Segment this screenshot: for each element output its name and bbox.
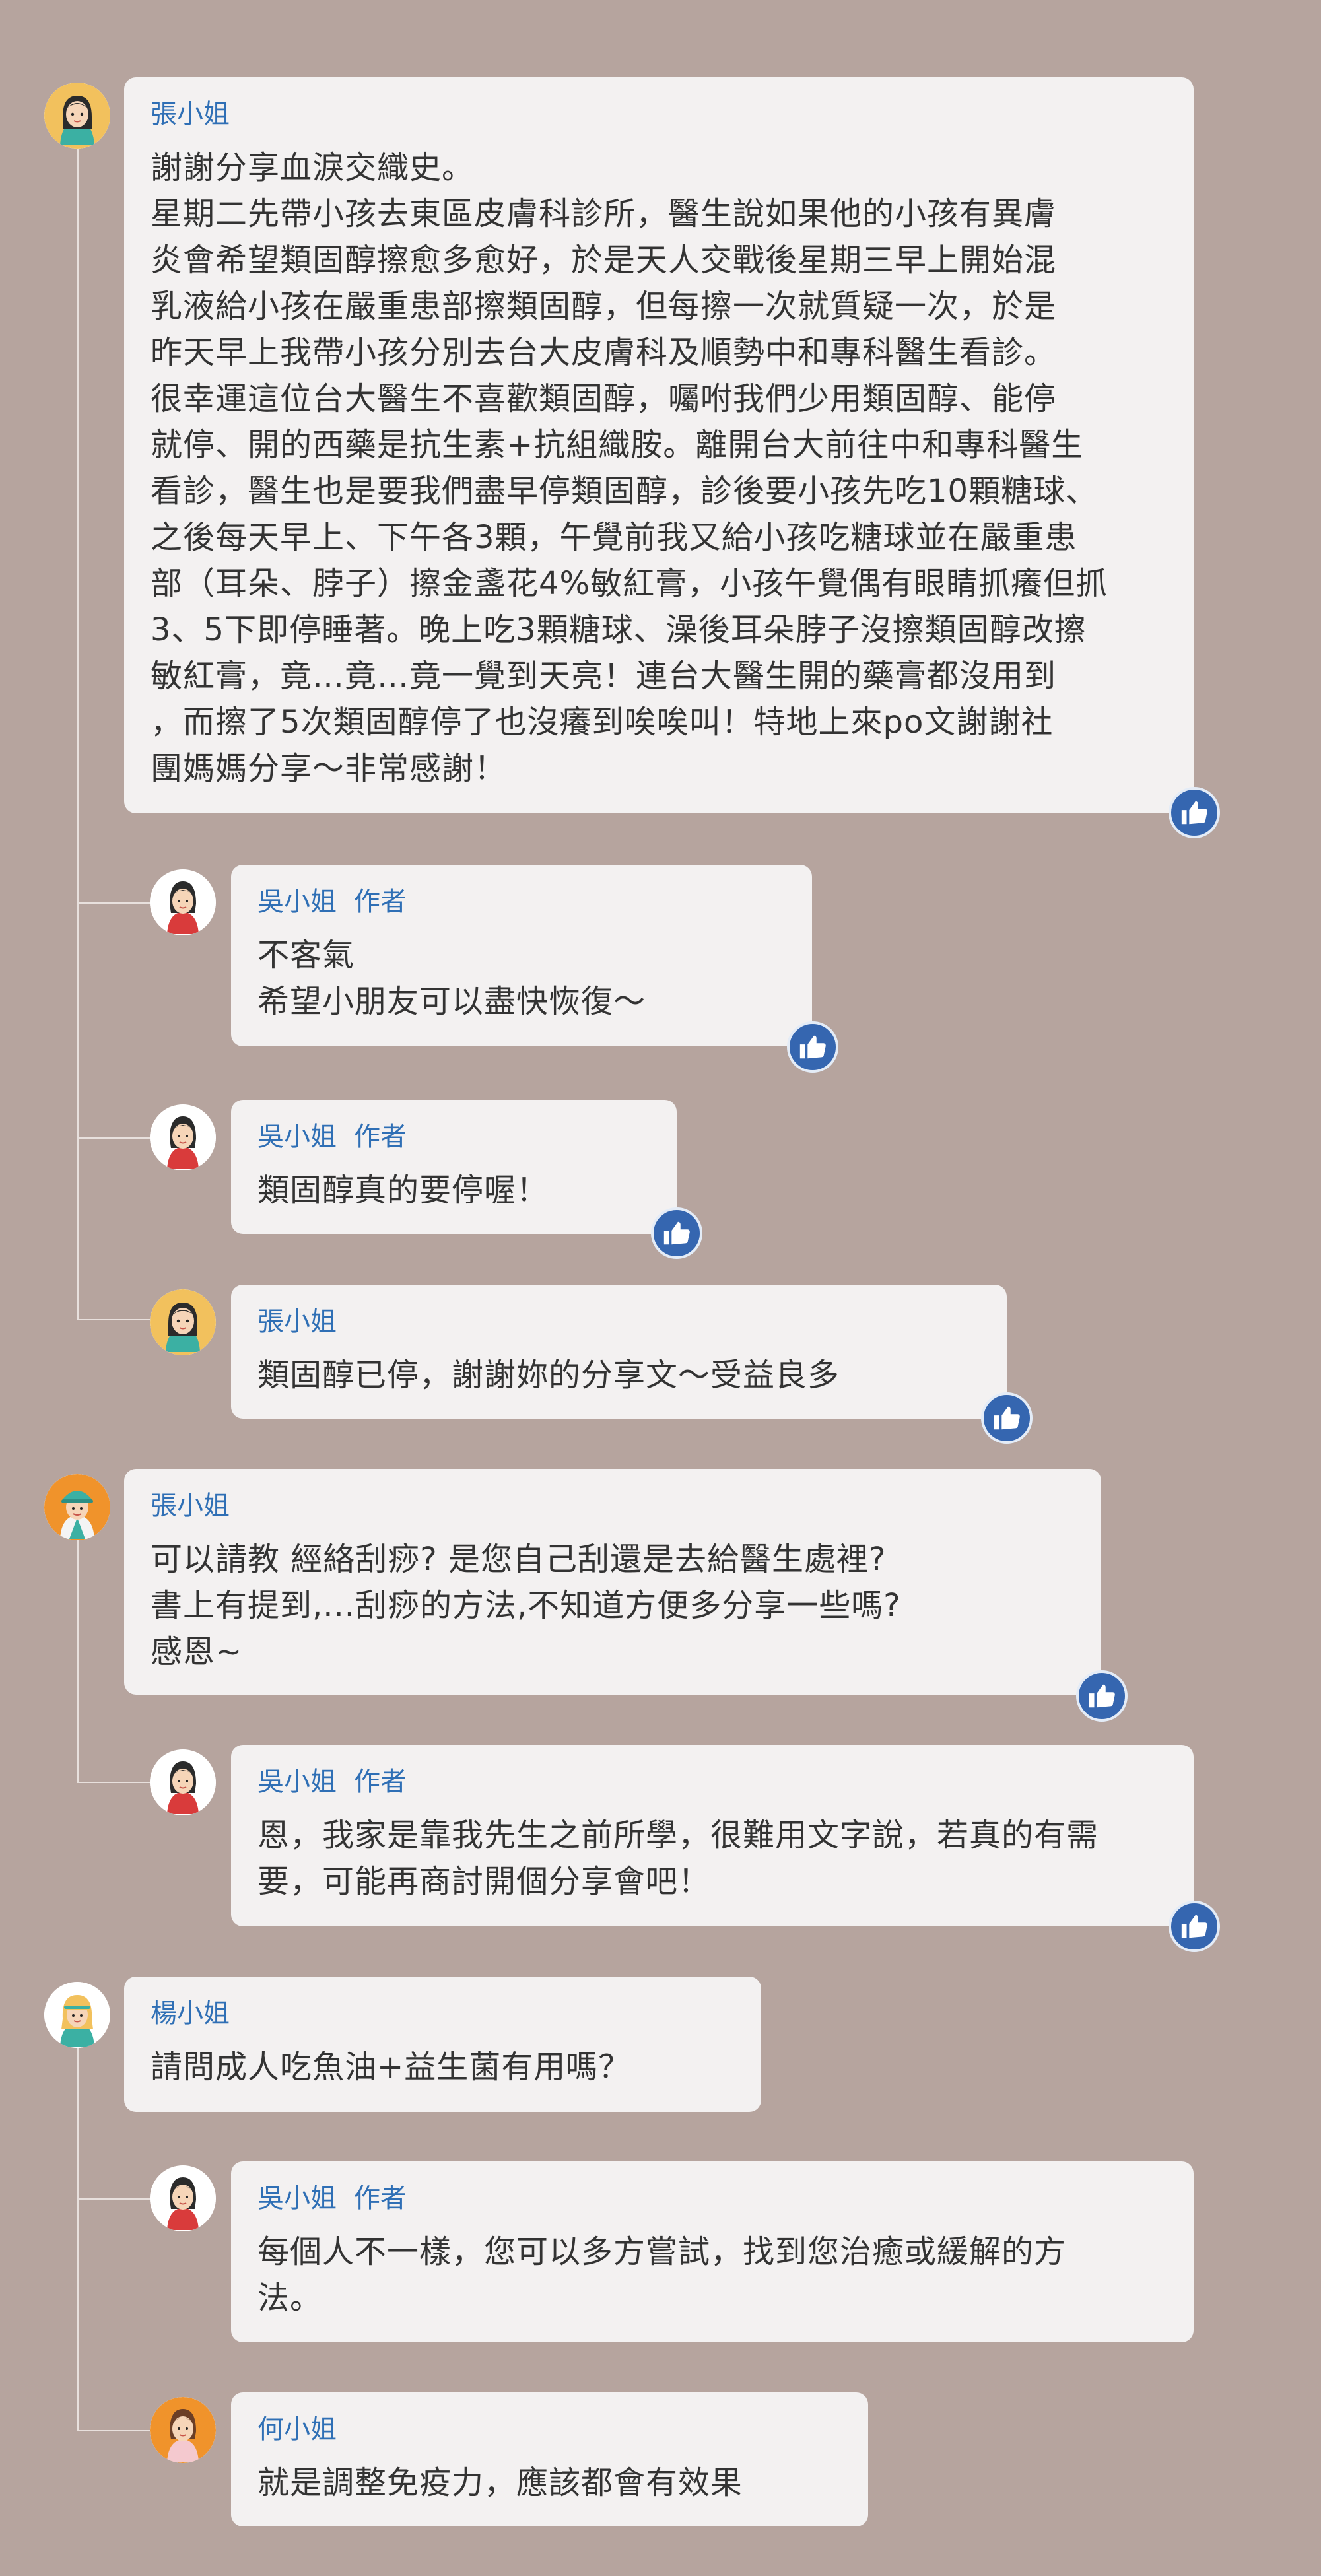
thread-connector	[77, 1782, 150, 1783]
thread-connector	[77, 2198, 150, 2200]
author-badge: 作者	[354, 887, 407, 917]
commenter-name[interactable]: 楊小姐	[151, 1996, 735, 2031]
like-button[interactable]	[1169, 1901, 1220, 1952]
reply-header: 吳小姐 作者	[257, 1120, 650, 1154]
reply-header: 吳小姐 作者	[257, 2181, 1167, 2216]
reply-header: 張小姐	[257, 1305, 980, 1339]
like-button[interactable]	[981, 1392, 1033, 1444]
thread-connector	[77, 1137, 150, 1139]
comment-bubble: 楊小姐 請問成人吃魚油+益生菌有用嗎？	[124, 1977, 761, 2112]
reply-bubble: 何小姐 就是調整免疫力，應該都會有效果	[231, 2392, 868, 2526]
thread-connector	[77, 149, 79, 1320]
avatar[interactable]	[44, 1982, 110, 2048]
comment-text: 請問成人吃魚油+益生菌有用嗎？	[151, 2049, 631, 2085]
commenter-name[interactable]: 吳小姐	[257, 1767, 337, 1797]
user-avatar-icon	[150, 1104, 216, 1170]
like-button[interactable]	[1076, 1670, 1128, 1722]
reply-text: 恩，我家是靠我先生之前所學，很難用文字說，若真的有需 要，可能再商討開個分享會吧…	[257, 1817, 1099, 1900]
reply-text: 每個人不一樣，您可以多方嘗試，找到您治癒或緩解的方 法。	[257, 2233, 1067, 2317]
user-avatar-icon	[150, 869, 216, 935]
reply-text: 類固醇已停，謝謝妳的分享文～受益良多	[257, 1357, 840, 1394]
avatar[interactable]	[44, 83, 110, 149]
commenter-name[interactable]: 吳小姐	[257, 887, 337, 917]
user-avatar-icon	[150, 1289, 216, 1355]
avatar[interactable]	[150, 1289, 216, 1355]
commenter-name[interactable]: 吳小姐	[257, 1122, 337, 1152]
comment-bubble: 張小姐 可以請教 經絡刮痧? 是您自己刮還是去給醫生處裡? 書上有提到,...刮…	[124, 1469, 1101, 1695]
reply-text: 類固醇真的要停喔！	[257, 1172, 549, 1209]
thread-connector	[77, 1319, 150, 1320]
reply-header: 吳小姐 作者	[257, 1765, 1167, 1799]
user-avatar-icon	[44, 1474, 110, 1540]
commenter-name[interactable]: 張小姐	[257, 1306, 337, 1337]
thumbs-up-icon	[1181, 1915, 1207, 1938]
thread-connector	[77, 1540, 79, 1783]
commenter-name[interactable]: 何小姐	[257, 2414, 337, 2445]
avatar[interactable]	[150, 2165, 216, 2231]
thread-connector	[77, 902, 150, 904]
like-button[interactable]	[651, 1207, 702, 1259]
user-avatar-icon	[44, 83, 110, 149]
user-avatar-icon	[150, 2397, 216, 2463]
comment-text: 謝謝分享血淚交織史。 星期二先帶小孩去東區皮膚科診所，醫生說如果他的小孩有異膚 …	[151, 149, 1108, 787]
reply-bubble: 吳小姐 作者 類固醇真的要停喔！	[231, 1100, 677, 1234]
avatar[interactable]	[44, 1474, 110, 1540]
thread-connector	[77, 2430, 150, 2431]
author-badge: 作者	[354, 1767, 407, 1797]
thumbs-up-icon	[1181, 801, 1207, 825]
avatar[interactable]	[150, 869, 216, 935]
commenter-name[interactable]: 張小姐	[151, 97, 1167, 131]
like-button[interactable]	[1169, 787, 1220, 838]
reply-text: 不客氣 希望小朋友可以盡快恢復～	[257, 937, 646, 1020]
reply-bubble: 張小姐 類固醇已停，謝謝妳的分享文～受益良多	[231, 1285, 1007, 1419]
commenter-name[interactable]: 吳小姐	[257, 2183, 337, 2214]
thumbs-up-icon	[1089, 1684, 1115, 1708]
reply-bubble: 吳小姐 作者 恩，我家是靠我先生之前所學，很難用文字說，若真的有需 要，可能再商討…	[231, 1745, 1194, 1926]
user-avatar-icon	[150, 1749, 216, 1815]
author-badge: 作者	[354, 1122, 407, 1152]
comment-bubble: 張小姐 謝謝分享血淚交織史。 星期二先帶小孩去東區皮膚科診所，醫生說如果他的小孩…	[124, 77, 1194, 813]
reply-text: 就是調整免疫力，應該都會有效果	[257, 2464, 743, 2501]
reply-header: 何小姐	[257, 2412, 842, 2447]
commenter-name[interactable]: 張小姐	[151, 1489, 1075, 1523]
like-button[interactable]	[787, 1021, 838, 1073]
thumbs-up-icon	[799, 1035, 826, 1059]
thumbs-up-icon	[663, 1221, 690, 1245]
reply-bubble: 吳小姐 作者 不客氣 希望小朋友可以盡快恢復～	[231, 865, 812, 1046]
thread-connector	[77, 2047, 79, 2431]
user-avatar-icon	[44, 1982, 110, 2048]
avatar[interactable]	[150, 2397, 216, 2463]
avatar[interactable]	[150, 1749, 216, 1815]
comment-text: 可以請教 經絡刮痧? 是您自己刮還是去給醫生處裡? 書上有提到,...刮痧的方法…	[151, 1541, 901, 1670]
thumbs-up-icon	[994, 1406, 1020, 1430]
avatar[interactable]	[150, 1104, 216, 1170]
reply-bubble: 吳小姐 作者 每個人不一樣，您可以多方嘗試，找到您治癒或緩解的方 法。	[231, 2161, 1194, 2342]
reply-header: 吳小姐 作者	[257, 885, 786, 919]
author-badge: 作者	[354, 2183, 407, 2214]
user-avatar-icon	[150, 2165, 216, 2231]
